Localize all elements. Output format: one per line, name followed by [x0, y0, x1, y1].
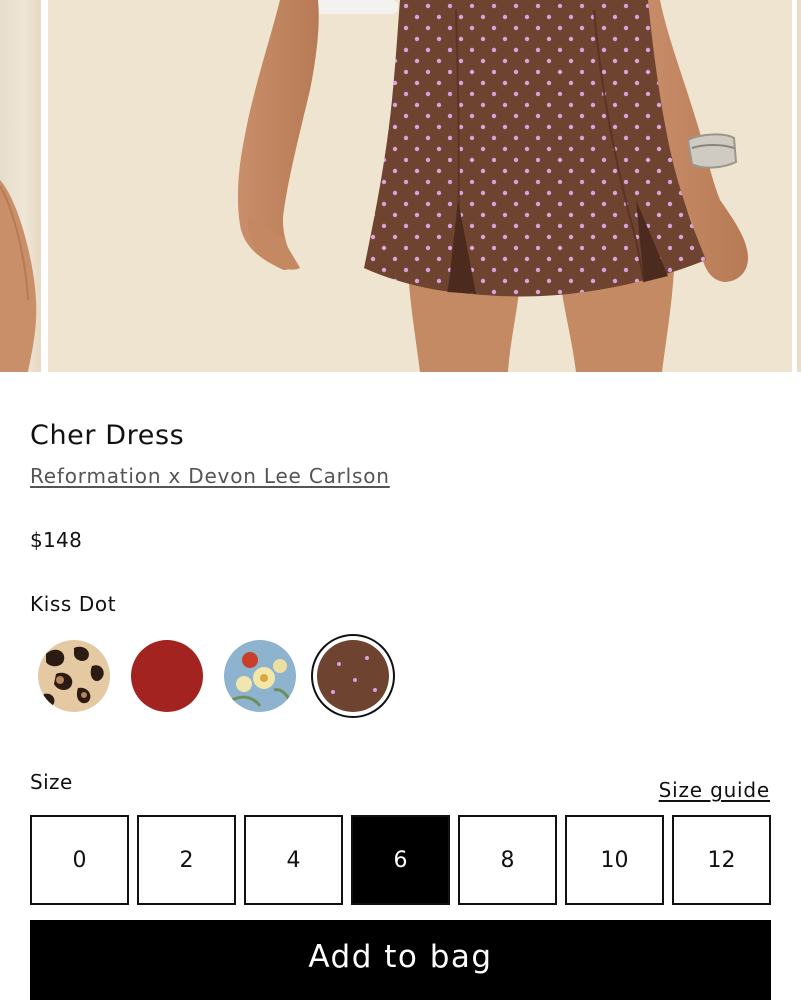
- swatch-brown-dot[interactable]: [317, 640, 389, 712]
- size-option-4[interactable]: 4: [244, 815, 343, 905]
- collaboration-link[interactable]: Reformation x Devon Lee Carlson: [30, 464, 390, 488]
- size-option-2[interactable]: 2: [137, 815, 236, 905]
- product-image-gallery[interactable]: [0, 0, 801, 372]
- color-swatches: [30, 632, 410, 720]
- next-product-image[interactable]: [797, 0, 801, 372]
- size-option-10[interactable]: 10: [565, 815, 664, 905]
- swatch-leopard[interactable]: [38, 640, 110, 712]
- previous-product-image[interactable]: [0, 0, 41, 372]
- product-title: Cher Dress: [30, 420, 185, 451]
- size-option-12[interactable]: 12: [672, 815, 771, 905]
- size-option-0[interactable]: 0: [30, 815, 129, 905]
- swatch-blue-floral[interactable]: [224, 640, 296, 712]
- size-guide-link[interactable]: Size guide: [659, 778, 770, 802]
- swatch-red[interactable]: [131, 640, 203, 712]
- size-options: 0 2 4 6 8 10 12: [30, 815, 771, 905]
- size-label: Size: [30, 770, 73, 794]
- product-price: $148: [30, 528, 83, 552]
- add-to-bag-button[interactable]: Add to bag: [30, 920, 771, 1000]
- size-option-6-selected[interactable]: 6: [351, 815, 450, 905]
- product-image-main[interactable]: [48, 0, 792, 372]
- selected-color-name: Kiss Dot: [30, 592, 117, 616]
- size-option-8[interactable]: 8: [458, 815, 557, 905]
